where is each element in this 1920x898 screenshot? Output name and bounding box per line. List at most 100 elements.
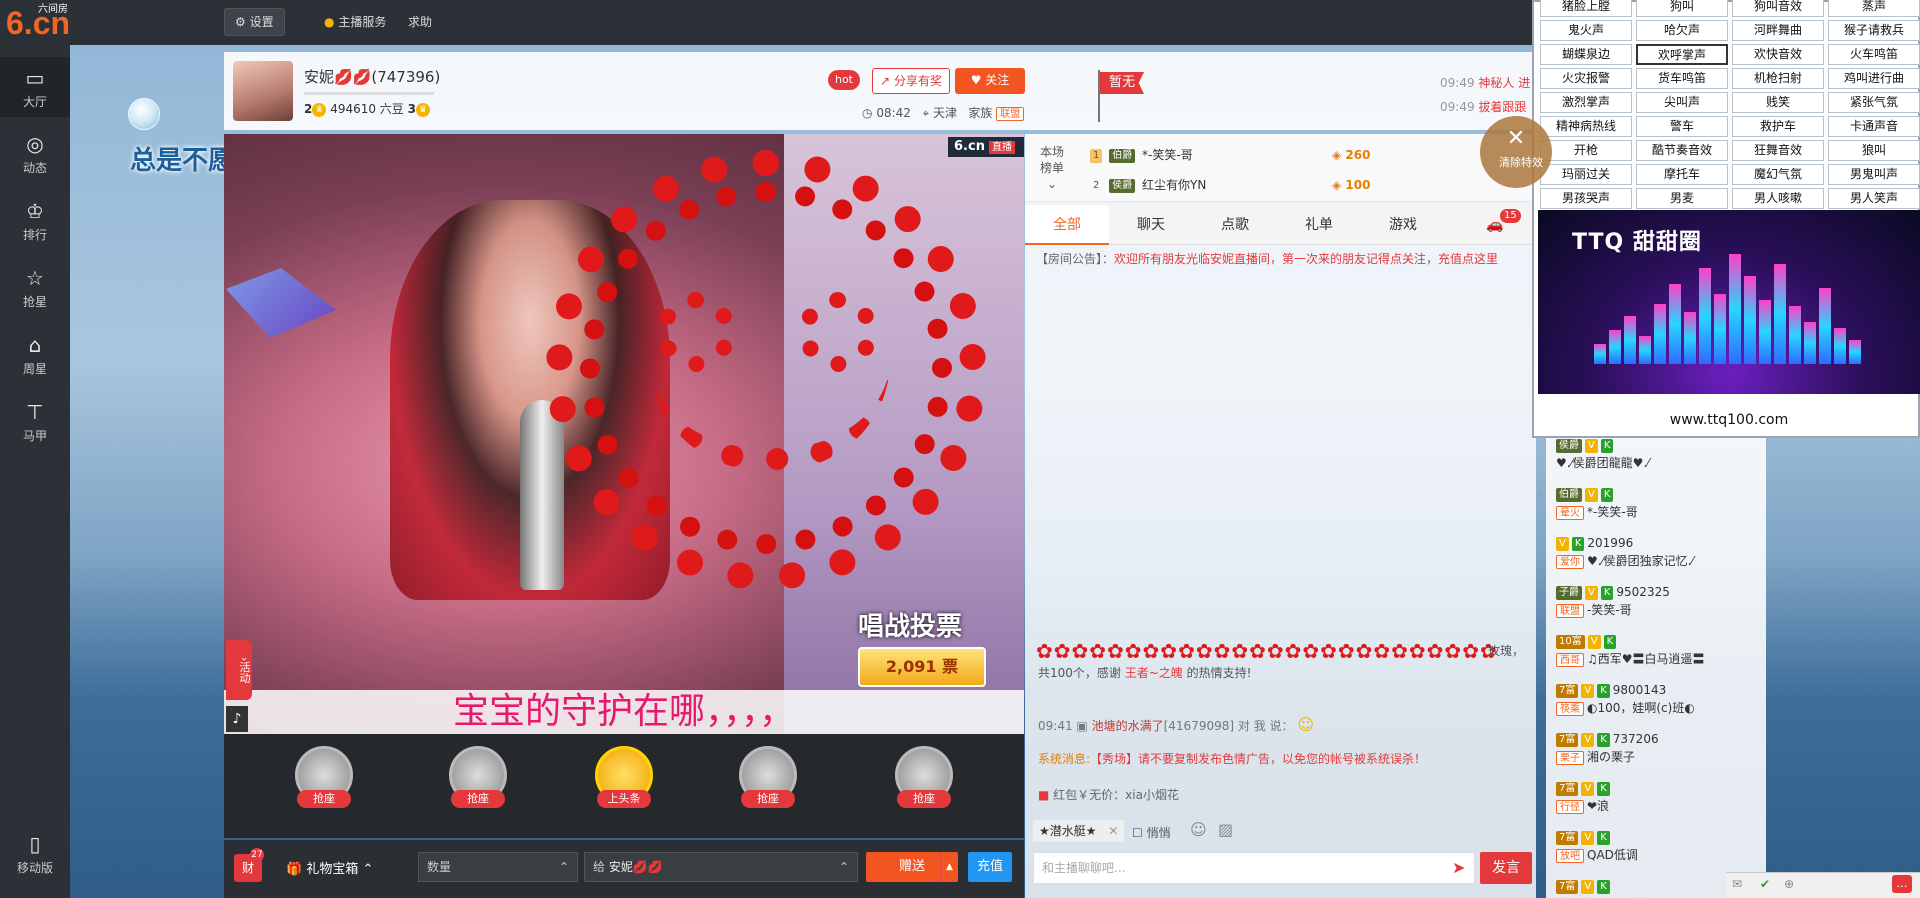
paper-plane-icon[interactable]: ➤: [1452, 858, 1465, 877]
viewer-item[interactable]: 伯爵 V K 晕火 *-笑笑-哥: [1556, 485, 1756, 529]
tab-gift-list[interactable]: 礼单: [1277, 205, 1361, 245]
seat-1[interactable]: 抢座: [276, 746, 372, 826]
sound-button[interactable]: 魔幻气氛: [1732, 164, 1824, 185]
sound-button[interactable]: 男人笑声: [1828, 188, 1920, 209]
tab-game[interactable]: 游戏: [1361, 205, 1445, 245]
zoom-icon[interactable]: ⊕: [1784, 877, 1794, 891]
sound-button[interactable]: 男鬼叫声: [1828, 164, 1920, 185]
treasure-box-button[interactable]: 🎁 礼物宝箱 ⌃: [286, 858, 373, 877]
sound-button[interactable]: 鬼火声: [1540, 20, 1632, 41]
rank-row-1[interactable]: 1 伯爵 *-笑笑-哥: [1090, 144, 1193, 166]
nav-item-mobile[interactable]: ▯ 移动版: [0, 823, 70, 883]
sound-button[interactable]: 玛丽过关: [1540, 164, 1632, 185]
sound-button[interactable]: 酷节奏音效: [1636, 140, 1728, 161]
seat-3[interactable]: 抢座: [720, 746, 816, 826]
host-service-link[interactable]: ● 主播服务: [324, 0, 386, 45]
red-packet-line[interactable]: ■ 红包￥无价：xia小烟花: [1038, 786, 1528, 804]
follow-button[interactable]: ♥ 关注: [955, 68, 1025, 94]
sound-button[interactable]: 蒸声: [1828, 0, 1920, 17]
sound-button[interactable]: 卡通声音: [1828, 116, 1920, 137]
sound-button[interactable]: 欢呼掌声: [1636, 44, 1728, 65]
tab-song[interactable]: 点歌: [1193, 205, 1277, 245]
nav-item-dynamic[interactable]: ◎ 动态: [0, 123, 70, 183]
viewer-name: 湘の栗子: [1587, 750, 1636, 764]
seat-4[interactable]: 抢座: [876, 746, 972, 826]
help-link[interactable]: 求助: [408, 0, 432, 45]
sound-button[interactable]: 男孩哭声: [1540, 188, 1632, 209]
recharge-button[interactable]: 充值: [968, 852, 1012, 882]
sound-button[interactable]: 男麦: [1636, 188, 1728, 209]
chat-target[interactable]: ★潜水艇★ ✕: [1033, 820, 1125, 842]
sound-button[interactable]: 精神病热线: [1540, 116, 1632, 137]
sound-button[interactable]: 紧张气氛: [1828, 92, 1920, 113]
clear-effects-button[interactable]: ✕ 清除特效: [1480, 116, 1552, 188]
viewer-item[interactable]: 侯爵 V K ♥.⁄侯爵团龍龍♥.⁄: [1556, 436, 1756, 480]
viewer-item[interactable]: 7富 V K 行径 ❤浪: [1556, 779, 1756, 823]
quantity-input[interactable]: 数量 ⌃: [418, 852, 578, 882]
emoji-icon[interactable]: ☺: [1190, 820, 1207, 839]
sound-button[interactable]: 警车: [1636, 116, 1728, 137]
ttq-banner[interactable]: TTQ 甜甜圈: [1538, 210, 1920, 394]
sound-button[interactable]: 贱笑: [1732, 92, 1824, 113]
sound-button[interactable]: 河畔舞曲: [1732, 20, 1824, 41]
seat-2[interactable]: 抢座: [430, 746, 526, 826]
nav-item-vest[interactable]: ⊤ 马甲: [0, 391, 70, 451]
viewer-item[interactable]: 7富 V K 737206 栗子 湘の栗子: [1556, 730, 1756, 774]
chat-bubble-icon[interactable]: …: [1892, 875, 1912, 893]
share-button[interactable]: ↗ 分享有奖: [872, 68, 950, 94]
viewer-item[interactable]: V K 201996 爱你 ♥.⁄侯爵团独家记忆.⁄: [1556, 534, 1756, 578]
room-notice[interactable]: 【房间公告】：欢迎所有朋友光临安妮直播间，第一次来的朋友记得点关注，充值点这里: [1036, 250, 1526, 268]
sound-button[interactable]: 激烈掌声: [1540, 92, 1632, 113]
sound-button[interactable]: 摩托车: [1636, 164, 1728, 185]
sound-button[interactable]: 救护车: [1732, 116, 1824, 137]
sound-button[interactable]: 开枪: [1540, 140, 1632, 161]
image-icon[interactable]: ▨: [1218, 820, 1233, 839]
check-icon[interactable]: ✔: [1760, 877, 1770, 891]
mail-icon[interactable]: ✉: [1732, 877, 1742, 891]
viewer-item[interactable]: 7富 V K 放吧 QAD低调: [1556, 828, 1756, 872]
sound-button[interactable]: 男人咳嗽: [1732, 188, 1824, 209]
sound-button[interactable]: 狼叫: [1828, 140, 1920, 161]
ttq-url[interactable]: www.ttq100.com: [1538, 406, 1920, 434]
sound-button[interactable]: 狗叫: [1636, 0, 1728, 17]
nav-item-weekstar[interactable]: ⌂ 周星: [0, 324, 70, 384]
headline-button[interactable]: 上头条: [576, 746, 672, 826]
sound-button[interactable]: 火灾报警: [1540, 68, 1632, 89]
nav-item-hall[interactable]: ▭ 大厅: [0, 57, 70, 117]
rank-label[interactable]: 本场 榜单 ⌄: [1040, 144, 1064, 192]
activity-tab[interactable]: ›活动: [226, 640, 252, 700]
tab-all[interactable]: 全部: [1025, 205, 1109, 245]
send-chat-button[interactable]: 发言: [1480, 852, 1532, 884]
sound-button[interactable]: 鸡叫进行曲: [1828, 68, 1920, 89]
sound-button[interactable]: 蝴蝶泉边: [1540, 44, 1632, 65]
nav-item-rank[interactable]: ♔ 排行: [0, 190, 70, 250]
chevron-right-icon[interactable]: ›: [1538, 486, 1544, 502]
close-icon[interactable]: ✕: [1108, 824, 1118, 838]
viewer-item[interactable]: 子爵 V K 9502325 联盟 -笑笑-哥: [1556, 583, 1756, 627]
nav-item-star[interactable]: ☆ 抢星: [0, 257, 70, 317]
tab-chat[interactable]: 聊天: [1109, 205, 1193, 245]
site-logo[interactable]: 6.cn 六间房: [6, 4, 70, 42]
sound-button[interactable]: 狗叫音效: [1732, 0, 1824, 17]
send-options-caret[interactable]: ▲: [940, 852, 958, 882]
sound-button[interactable]: 火车鸣笛: [1828, 44, 1920, 65]
recipient-select[interactable]: 给 安妮💋💋 ⌃: [584, 852, 858, 882]
vote-widget[interactable]: 唱战投票 2,091 票: [858, 606, 1018, 688]
sound-button[interactable]: 机枪扫射: [1732, 68, 1824, 89]
sound-button[interactable]: 猴子请救兵: [1828, 20, 1920, 41]
rank-row-2[interactable]: 2 侯爵 红尘有你YN: [1090, 174, 1206, 196]
chat-input[interactable]: 和主播聊聊吧...: [1033, 852, 1475, 884]
microphone-icon[interactable]: ♪: [226, 706, 248, 732]
sound-button[interactable]: 哈欠声: [1636, 20, 1728, 41]
sound-button[interactable]: 货车鸣笛: [1636, 68, 1728, 89]
whisper-toggle[interactable]: ☐ 悄悄: [1132, 824, 1171, 841]
host-avatar[interactable]: [233, 61, 293, 121]
chat-message[interactable]: 09:41 ▣ 池塘的水满了[41679098] 对 我 说： ☺: [1038, 716, 1528, 735]
settings-button[interactable]: ⚙ 设置: [224, 8, 285, 36]
sound-button[interactable]: 欢快音效: [1732, 44, 1824, 65]
sound-button[interactable]: 猪脸上膛: [1540, 0, 1632, 17]
sound-button[interactable]: 尖叫声: [1636, 92, 1728, 113]
sound-button[interactable]: 狂舞音效: [1732, 140, 1824, 161]
viewer-item[interactable]: 10富 V K 西哥 ♫西军♥〓白马逍遥〓: [1556, 632, 1756, 676]
viewer-item[interactable]: 7富 V K 9800143 筷乘 ◐100，娃啊(c)班◐: [1556, 681, 1756, 725]
